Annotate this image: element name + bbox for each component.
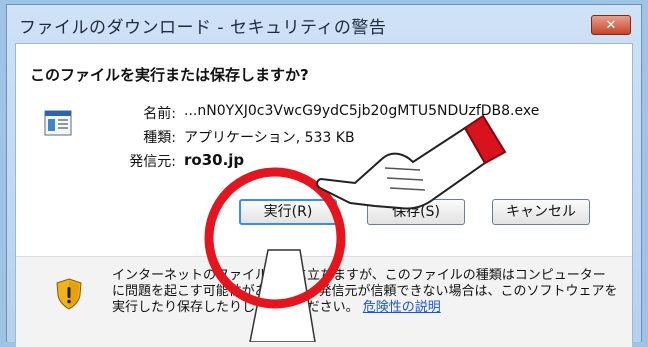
- download-dialog-window: ファイルのダウンロード - セキュリティの警告 ✕ このファイルを実行または保存…: [6, 4, 642, 347]
- name-label: 名前:: [143, 106, 176, 122]
- save-button[interactable]: 保存(S): [367, 199, 465, 225]
- run-button[interactable]: 実行(R): [239, 199, 337, 225]
- name-value: ...nN0YXJ0c3VwcG9ydC5jb20gMTU5NDUzfDB8.e…: [184, 103, 540, 119]
- dialog-body: このファイルを実行または保存しますか? 名前: ...nN0YXJ0c3VwcG…: [15, 43, 633, 347]
- source-value: ro30.jp: [184, 151, 245, 169]
- title-bar: ファイルのダウンロード - セキュリティの警告 ✕: [7, 5, 641, 43]
- warning-message: インターネットのファイルは役に立ちますが、このファイルの種類はコンピューターに問…: [112, 268, 618, 316]
- close-button[interactable]: ✕: [591, 15, 631, 35]
- cancel-button[interactable]: キャンセル: [492, 199, 590, 225]
- source-label: 発信元:: [129, 154, 176, 170]
- type-value: アプリケーション, 533 KB: [184, 130, 355, 146]
- window-title: ファイルのダウンロード - セキュリティの警告: [19, 18, 387, 38]
- shield-warning-icon: [56, 278, 82, 310]
- type-label: 種類:: [143, 130, 176, 146]
- risk-explanation-link[interactable]: 危険性の説明: [363, 300, 441, 315]
- dialog-question: このファイルを実行または保存しますか?: [30, 66, 309, 84]
- application-icon: [44, 110, 72, 136]
